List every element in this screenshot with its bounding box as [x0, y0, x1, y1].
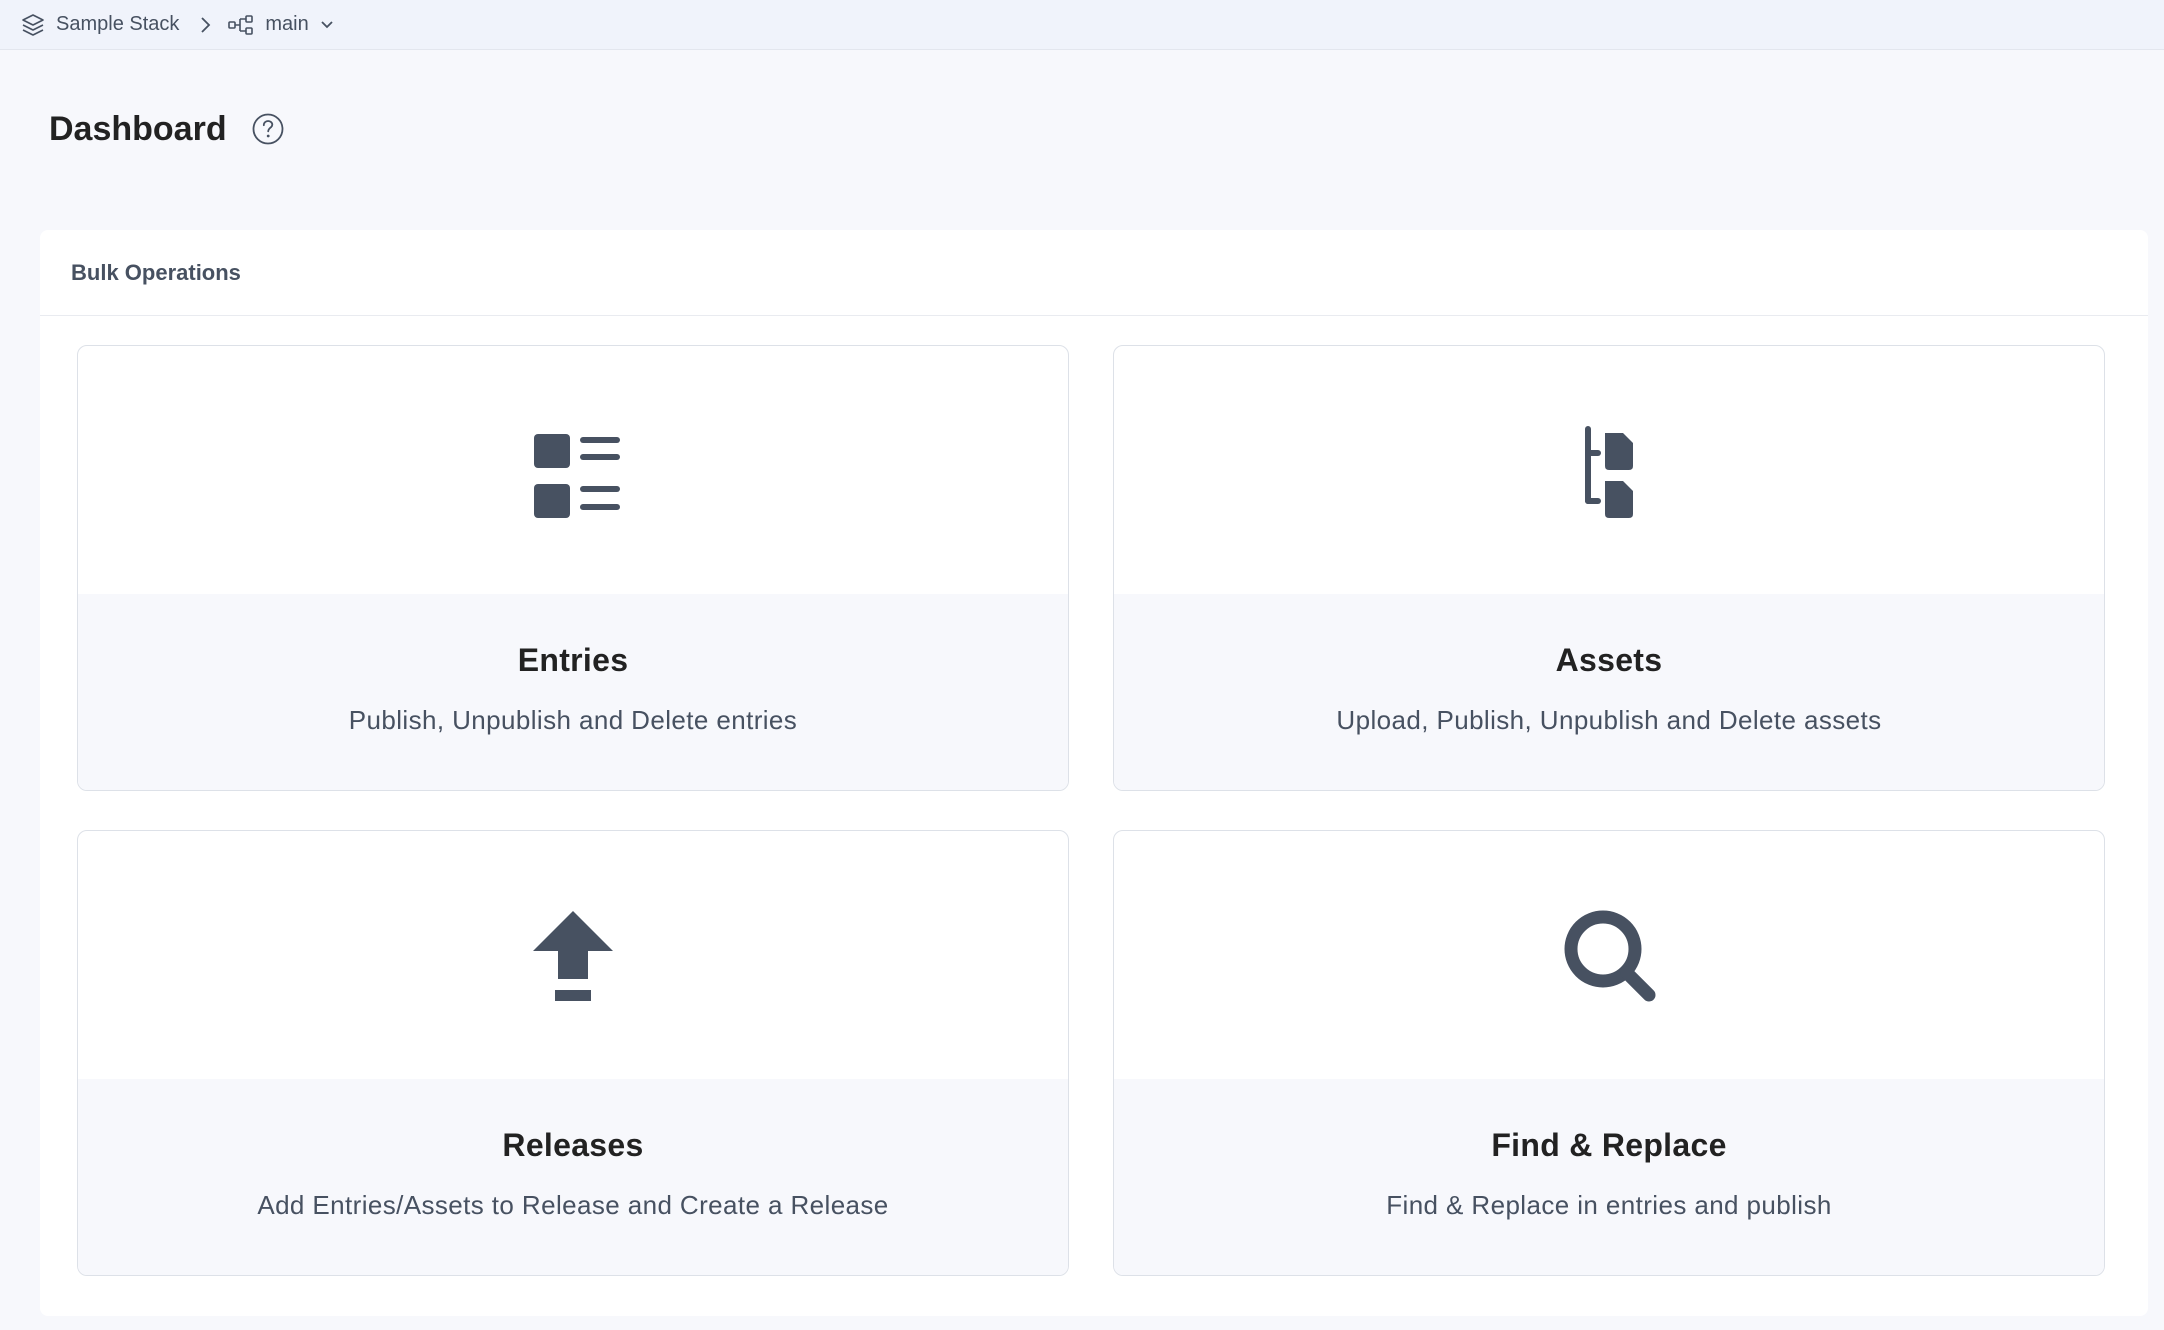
card-title: Releases	[502, 1127, 644, 1163]
card-icon-area	[1114, 831, 2104, 1079]
card-icon-area	[78, 831, 1068, 1079]
card-title: Assets	[1555, 642, 1663, 678]
chevron-down-icon	[319, 18, 335, 32]
assets-card[interactable]: Assets Upload, Publish, Unpublish and De…	[1113, 345, 2105, 791]
card-text-area: Find & Replace Find & Replace in entries…	[1114, 1079, 2104, 1275]
page-header: Dashboard	[49, 104, 285, 154]
breadcrumb-bar: Sample Stack main	[0, 0, 2164, 50]
card-text-area: Entries Publish, Unpublish and Delete en…	[78, 594, 1068, 790]
card-title: Find & Replace	[1491, 1127, 1727, 1163]
entries-card[interactable]: Entries Publish, Unpublish and Delete en…	[77, 345, 1069, 791]
card-text-area: Releases Add Entries/Assets to Release a…	[78, 1079, 1068, 1275]
page-title: Dashboard	[49, 109, 227, 148]
breadcrumb-stack-name[interactable]: Sample Stack	[56, 13, 179, 36]
card-description: Add Entries/Assets to Release and Create…	[257, 1190, 889, 1220]
bulk-operations-panel: Bulk Operations Entries Publish, Unpubli…	[40, 230, 2148, 1316]
card-title: Entries	[517, 642, 629, 678]
card-description: Publish, Unpublish and Delete entries	[348, 705, 798, 735]
card-description: Find & Replace in entries and publish	[1386, 1190, 1832, 1220]
help-icon[interactable]	[251, 112, 285, 146]
search-icon	[1559, 905, 1659, 1005]
card-icon-area	[78, 346, 1068, 594]
assets-icon	[1559, 420, 1659, 520]
chevron-right-icon	[197, 14, 213, 36]
branch-name: main	[265, 13, 309, 35]
find-replace-card[interactable]: Find & Replace Find & Replace in entries…	[1113, 830, 2105, 1276]
panel-header: Bulk Operations	[40, 230, 2148, 316]
panel-title: Bulk Operations	[71, 259, 241, 285]
releases-card[interactable]: Releases Add Entries/Assets to Release a…	[77, 830, 1069, 1276]
stack-layers-icon	[20, 12, 46, 38]
branch-selector[interactable]: main	[227, 13, 334, 37]
branch-icon	[227, 13, 255, 37]
card-description: Upload, Publish, Unpublish and Delete as…	[1336, 705, 1882, 735]
release-upload-icon	[523, 905, 623, 1005]
card-icon-area	[1114, 346, 2104, 594]
card-text-area: Assets Upload, Publish, Unpublish and De…	[1114, 594, 2104, 790]
entries-icon	[523, 420, 623, 520]
